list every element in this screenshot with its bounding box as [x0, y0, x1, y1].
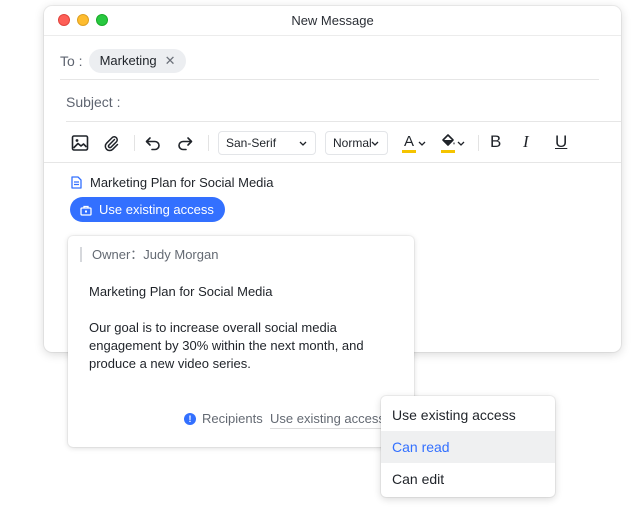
- italic-icon[interactable]: I: [523, 132, 529, 152]
- recipient-chip-label: Marketing: [99, 53, 157, 68]
- undo-icon[interactable]: [143, 133, 163, 153]
- info-icon: !: [184, 412, 196, 425]
- subject-label: Subject :: [66, 94, 121, 110]
- redo-icon[interactable]: [175, 133, 195, 153]
- subject-field[interactable]: Subject :: [66, 83, 621, 122]
- document-icon: [71, 176, 82, 189]
- to-field[interactable]: To : Marketing ✕: [60, 42, 599, 80]
- permission-dropdown-menu: Use existing access Can read Can edit: [381, 396, 555, 497]
- highlight-icon[interactable]: [438, 133, 468, 153]
- menu-item-use-existing-access[interactable]: Use existing access: [381, 399, 555, 431]
- font-family-select[interactable]: San-Serif: [218, 131, 316, 155]
- document-title: Marketing Plan for Social Media: [90, 175, 274, 190]
- chevron-down-icon: [457, 141, 465, 146]
- use-existing-access-button[interactable]: Use existing access: [70, 197, 225, 222]
- attached-document[interactable]: Marketing Plan for Social Media: [71, 175, 274, 190]
- recipients-label: Recipients: [202, 411, 263, 426]
- toolbar-divider: [134, 135, 135, 151]
- underline-icon[interactable]: U: [555, 132, 567, 152]
- permission-select[interactable]: Use existing access: [270, 411, 385, 429]
- menu-item-can-edit[interactable]: Can edit: [381, 463, 555, 495]
- bold-icon[interactable]: B: [490, 132, 501, 152]
- document-preview-card: Owner：Judy Morgan Marketing Plan for Soc…: [68, 236, 414, 447]
- image-icon[interactable]: [70, 133, 90, 153]
- recipient-chip[interactable]: Marketing ✕: [88, 48, 186, 73]
- to-label: To :: [60, 52, 83, 69]
- toolbar-divider: [478, 135, 479, 151]
- card-title: Marketing Plan for Social Media: [89, 284, 273, 299]
- card-description: Our goal is to increase overall social m…: [89, 320, 364, 371]
- font-color-glyph: A: [404, 133, 415, 150]
- font-size-select[interactable]: Normal: [325, 131, 388, 155]
- menu-item-can-read[interactable]: Can read: [381, 431, 555, 463]
- font-size-value: Normal: [333, 136, 372, 150]
- font-family-value: San-Serif: [226, 136, 277, 150]
- recipients-info: ! Recipients: [184, 411, 263, 426]
- access-button-label: Use existing access: [99, 202, 214, 217]
- font-color-icon[interactable]: A: [399, 133, 429, 153]
- window-title: New Message: [291, 13, 374, 28]
- owner-label: Owner：Judy Morgan: [80, 247, 218, 262]
- attachment-icon[interactable]: [101, 133, 121, 153]
- title-bar: New Message: [44, 6, 621, 36]
- chevron-down-icon: [371, 141, 379, 146]
- chevron-down-icon: [418, 141, 426, 146]
- toolbar-divider: [208, 135, 209, 151]
- chevron-down-icon: [299, 141, 307, 146]
- lock-briefcase-icon: [80, 205, 92, 216]
- remove-recipient-icon[interactable]: ✕: [165, 54, 176, 67]
- formatting-toolbar: San-Serif Normal A B I U: [44, 123, 621, 163]
